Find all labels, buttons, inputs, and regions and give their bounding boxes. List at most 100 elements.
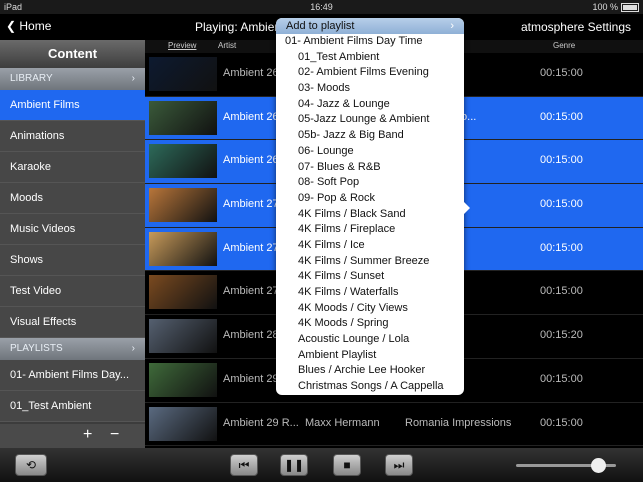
repeat-button[interactable]: ⟲ (15, 454, 47, 476)
video-thumbnail (149, 319, 217, 354)
sidebar-item-karaoke[interactable]: Karaoke (0, 152, 145, 183)
repeat-icon: ⟲ (25, 458, 37, 472)
playlist-option[interactable]: 4K Moods / Spring (276, 316, 464, 332)
battery-percent: 100 % (592, 2, 618, 12)
now-playing-title: Playing: Ambient (195, 20, 285, 34)
table-row[interactable]: Ambient 29 R... Maxx Hermann Romania Impre… (145, 403, 643, 447)
skip-back-icon: ⏮ (238, 458, 250, 472)
popover-header: Add to playlist › (276, 18, 464, 34)
playlist-option[interactable]: 4K Films / Black Sand (276, 207, 464, 223)
library-list: Ambient Films Animations Karaoke Moods Music… (0, 90, 145, 338)
sidebar-playlist-item[interactable]: 01_Test Ambient (0, 391, 145, 422)
track-duration: 00:15:00 (540, 198, 583, 211)
chevron-right-icon: › (450, 20, 454, 32)
track-duration: 00:15:00 (540, 372, 583, 385)
stop-icon: ■ (343, 458, 351, 472)
playlist-option[interactable]: 4K Films / Fireplace (276, 222, 464, 238)
playlist-option[interactable]: 03- Moods (276, 81, 464, 97)
track-title: Ambient 26 (223, 110, 279, 123)
playlist-option[interactable]: Christmas Songs / A Cappella (276, 379, 464, 395)
home-back-label: Home (19, 19, 52, 33)
track-genre: Romania Impressions (405, 416, 512, 429)
playlist-option[interactable]: 01_Test Ambient (276, 50, 464, 66)
column-artist[interactable]: Artist (218, 41, 236, 50)
column-preview[interactable]: Preview (168, 41, 196, 50)
volume-slider[interactable] (516, 458, 616, 473)
track-duration: 00:15:00 (540, 110, 583, 123)
previous-button[interactable]: ⏮ (230, 454, 258, 476)
track-duration: 00:15:20 (540, 329, 583, 342)
track-duration: 00:15:00 (540, 154, 583, 167)
add-to-playlist-popover: Add to playlist › 01- Ambient Films Day T… (276, 18, 464, 395)
library-section-header[interactable]: LIBRARY › (0, 68, 145, 90)
track-duration: 00:15:00 (540, 285, 583, 298)
playlist-option[interactable]: 01- Ambient Films Day Time (276, 34, 464, 50)
sidebar-title: Content (0, 40, 145, 68)
atmosphere-settings-button[interactable]: atmosphere Settings (521, 20, 631, 34)
playlist-option[interactable]: 4K Films / Ice (276, 238, 464, 254)
playlist-option[interactable]: 4K Moods / City Views (276, 301, 464, 317)
video-thumbnail (149, 362, 217, 397)
add-playlist-button[interactable]: + (83, 426, 92, 444)
playlists-section-header[interactable]: PLAYLISTS › (0, 338, 145, 360)
playlist-option[interactable]: Blues / Archie Lee Hooker (276, 363, 464, 379)
sidebar-item-moods[interactable]: Moods (0, 183, 145, 214)
clock: 16:49 (310, 2, 333, 12)
playlist-option[interactable]: 06- Lounge (276, 144, 464, 160)
track-duration: 00:15:00 (540, 67, 583, 79)
playlists-list: 01- Ambient Films Day... 01_Test Ambient (0, 360, 145, 422)
next-button[interactable]: ⏭ (385, 454, 413, 476)
playlist-option[interactable]: 04- Jazz & Lounge (276, 97, 464, 113)
track-title: Ambient 29 R... (223, 416, 299, 429)
volume-knob[interactable] (591, 458, 606, 473)
playlist-option[interactable]: 09- Pop & Rock (276, 191, 464, 207)
playlist-options: 01- Ambient Films Day Time 01_Test Ambien… (276, 34, 464, 395)
video-thumbnail (149, 100, 217, 135)
home-back-button[interactable]: ❮ Home (6, 19, 51, 33)
playlist-option[interactable]: Acoustic Lounge / Lola (276, 332, 464, 348)
track-title: Ambient 29 (223, 372, 279, 385)
playlist-option[interactable]: 07- Blues & R&B (276, 160, 464, 176)
sidebar-item-ambient-films[interactable]: Ambient Films (0, 90, 145, 121)
remove-playlist-button[interactable]: − (110, 426, 119, 444)
playlists-section-label: PLAYLISTS (10, 343, 63, 354)
track-title: Ambient 26 (223, 154, 279, 167)
video-thumbnail (149, 275, 217, 310)
chevron-right-icon: › (131, 343, 135, 354)
battery-icon (621, 3, 639, 13)
playlist-option[interactable]: 4K Films / Summer Breeze (276, 254, 464, 270)
video-thumbnail (149, 188, 217, 223)
sidebar-item-animations[interactable]: Animations (0, 121, 145, 152)
popover-arrow (462, 200, 470, 216)
track-duration: 00:15:00 (540, 241, 583, 254)
playlist-option[interactable]: 05b- Jazz & Big Band (276, 128, 464, 144)
chevron-right-icon: › (131, 73, 135, 84)
playlist-option[interactable]: 05-Jazz Lounge & Ambient (276, 112, 464, 128)
sidebar-item-test-video[interactable]: Test Video (0, 276, 145, 307)
sidebar-playlist-item[interactable]: 01- Ambient Films Day... (0, 360, 145, 391)
video-thumbnail (149, 144, 217, 179)
playlist-option[interactable]: 02- Ambient Films Evening (276, 65, 464, 81)
track-title: Ambient 26 (223, 67, 279, 79)
status-bar: iPad 16:49 100 % (0, 0, 643, 14)
video-thumbnail (149, 231, 217, 266)
playlist-option[interactable]: 08- Soft Pop (276, 175, 464, 191)
playlist-option[interactable]: Ambient Playlist (276, 348, 464, 364)
sidebar-footer: + − (0, 424, 145, 448)
track-title: Ambient 28 (223, 329, 279, 342)
pause-button[interactable]: ❚❚ (280, 454, 308, 476)
track-title: Ambient 27 (223, 285, 279, 298)
sidebar-item-shows[interactable]: Shows (0, 245, 145, 276)
column-genre[interactable]: Genre (553, 41, 575, 50)
playlist-option[interactable]: 4K Films / Sunset (276, 269, 464, 285)
sidebar: Content LIBRARY › Ambient Films Animations… (0, 40, 145, 448)
track-artist: Maxx Hermann (305, 416, 380, 429)
battery-indicator: 100 % (592, 2, 639, 13)
track-title: Ambient 27 (223, 241, 279, 254)
playlist-option[interactable]: 4K Films / Waterfalls (276, 285, 464, 301)
sidebar-item-visual-effects[interactable]: Visual Effects (0, 307, 145, 338)
sidebar-item-music-videos[interactable]: Music Videos (0, 214, 145, 245)
stop-button[interactable]: ■ (333, 454, 361, 476)
skip-forward-icon: ⏭ (393, 458, 405, 472)
chevron-left-icon: ❮ (6, 19, 20, 33)
